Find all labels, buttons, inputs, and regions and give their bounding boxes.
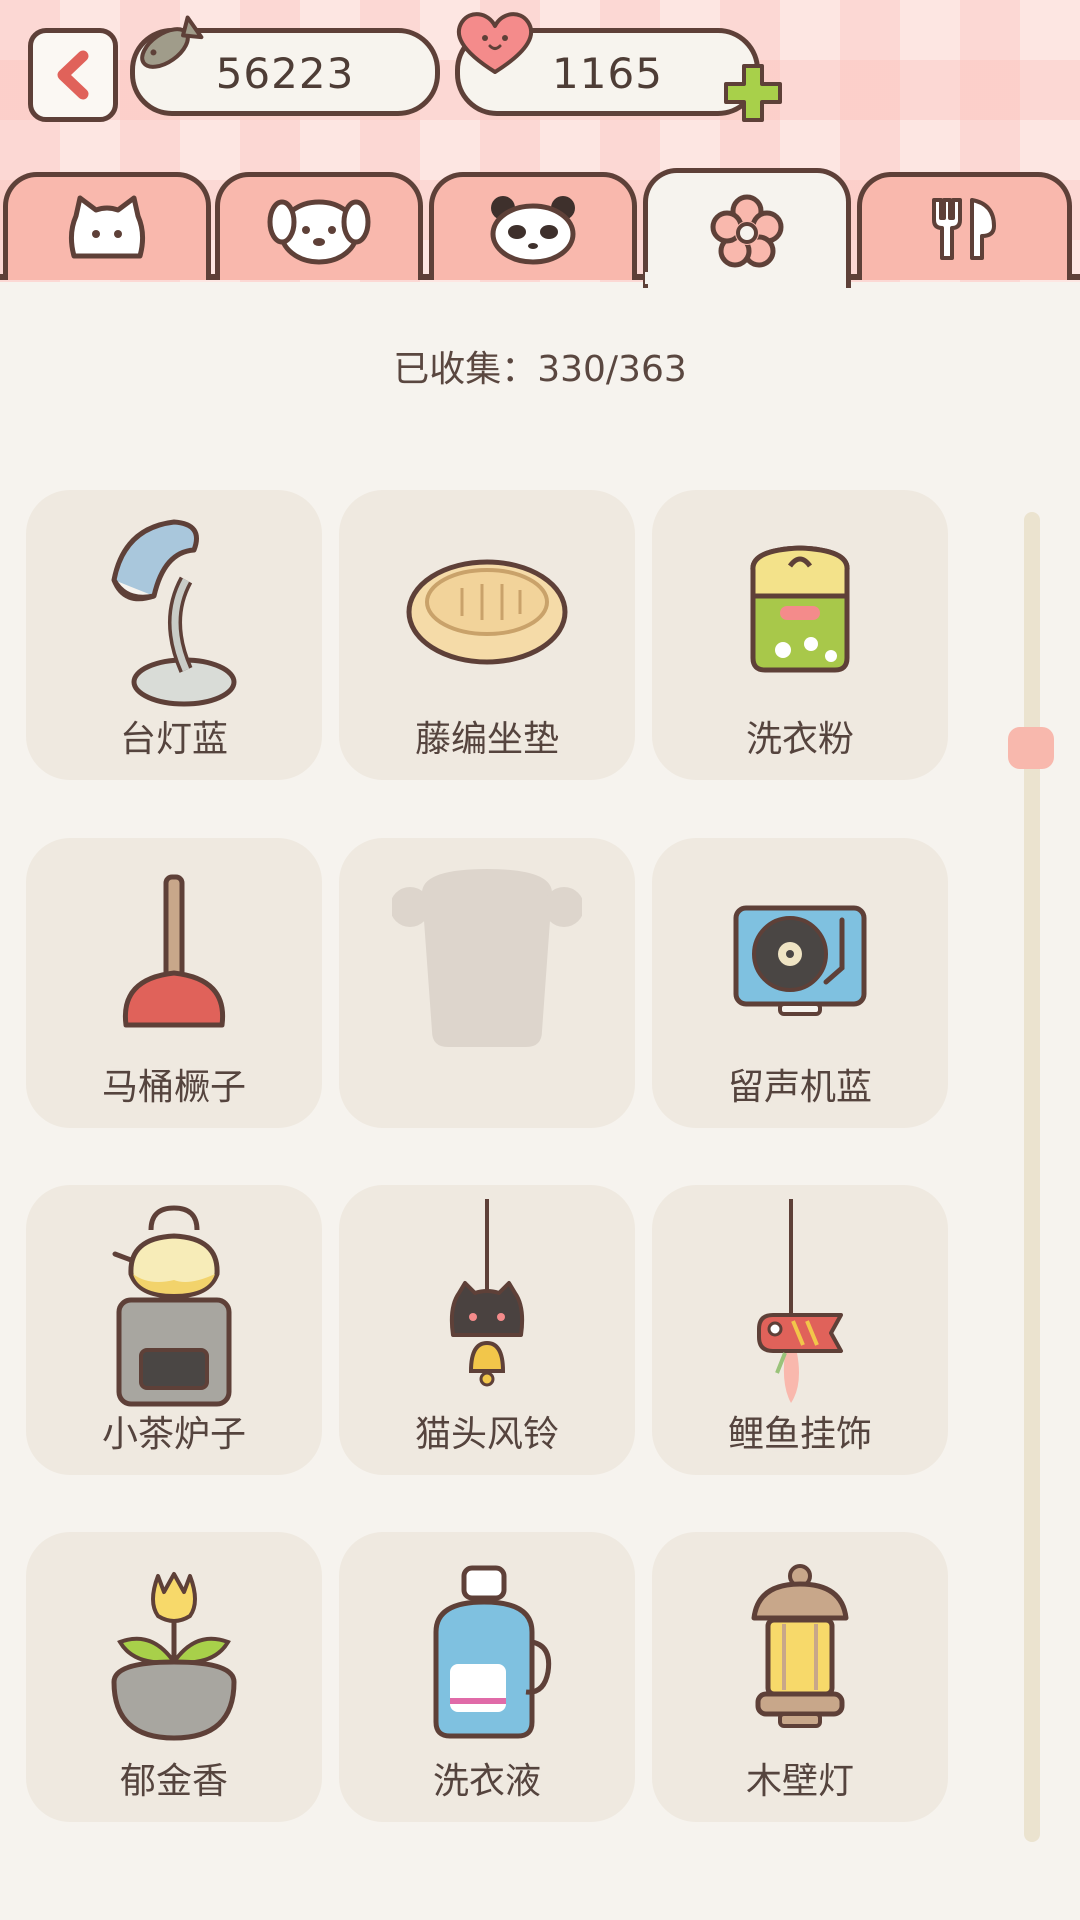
- item-label: 台灯蓝: [119, 719, 228, 760]
- item-label: 马桶橛子: [101, 1067, 246, 1108]
- cat-face-icon: [68, 195, 146, 258]
- item-card[interactable]: 台灯蓝: [26, 490, 322, 780]
- item-card[interactable]: 马桶橛子: [26, 838, 322, 1128]
- locked-item-silhouette-icon: [392, 869, 582, 1047]
- rattan-cushion-icon: [406, 559, 568, 665]
- back-button[interactable]: [28, 28, 118, 122]
- chevron-left-icon: [57, 50, 89, 100]
- tulip-pot-icon: [111, 1572, 237, 1741]
- scrollbar-track[interactable]: [1024, 512, 1040, 1842]
- item-label: 洗衣液: [432, 1761, 541, 1802]
- item-label: 留声机蓝: [727, 1067, 872, 1108]
- item-label: 鲤鱼挂饰: [727, 1414, 872, 1455]
- item-label: 小茶炉子: [101, 1414, 246, 1455]
- heart-icon: [456, 12, 534, 74]
- item-card[interactable]: 木壁灯: [652, 1532, 948, 1822]
- fish-icon: [140, 15, 204, 69]
- item-card[interactable]: 洗衣液: [339, 1532, 635, 1822]
- item-card[interactable]: 鲤鱼挂饰: [652, 1185, 948, 1475]
- item-label: 木壁灯: [745, 1761, 854, 1802]
- cat-wind-chime-icon: [449, 1199, 525, 1387]
- item-card[interactable]: 留声机蓝: [652, 838, 948, 1128]
- tab-food[interactable]: [857, 172, 1072, 280]
- tab-pandas[interactable]: [429, 172, 637, 280]
- item-label: 郁金香: [119, 1761, 228, 1802]
- detergent-powder-icon: [750, 545, 850, 673]
- active-tab-gap: [645, 272, 845, 284]
- item-label: 洗衣粉: [745, 719, 854, 760]
- dog-face-icon: [267, 199, 371, 264]
- item-label: 猫头风铃: [414, 1414, 559, 1455]
- record-player-icon: [733, 905, 867, 1016]
- tab-dogs[interactable]: [215, 172, 423, 280]
- scrollbar-thumb[interactable]: [1008, 727, 1054, 769]
- tea-stove-icon: [112, 1205, 232, 1407]
- panda-face-icon: [490, 195, 576, 264]
- item-card[interactable]: 猫头风铃: [339, 1185, 635, 1475]
- plunger-icon: [122, 874, 226, 1028]
- locked-item-card[interactable]: [339, 838, 635, 1128]
- tab-furniture[interactable]: [643, 168, 851, 288]
- tab-cats[interactable]: [3, 172, 211, 280]
- item-card[interactable]: 郁金香: [26, 1532, 322, 1822]
- laundry-liquid-icon: [433, 1565, 552, 1739]
- collected-count: 已收集：330/363: [393, 349, 687, 390]
- item-label: 藤编坐垫: [414, 719, 559, 760]
- carp-ornament-icon: [757, 1199, 843, 1403]
- fork-spoon-icon: [931, 197, 996, 260]
- item-card[interactable]: 洗衣粉: [652, 490, 948, 780]
- add-hearts-button[interactable]: [720, 60, 786, 126]
- item-card[interactable]: 藤编坐垫: [339, 490, 635, 780]
- wooden-lantern-icon: [751, 1564, 849, 1728]
- desk-lamp-icon: [111, 519, 237, 707]
- flower-icon: [710, 194, 784, 267]
- item-card[interactable]: 小茶炉子: [26, 1185, 322, 1475]
